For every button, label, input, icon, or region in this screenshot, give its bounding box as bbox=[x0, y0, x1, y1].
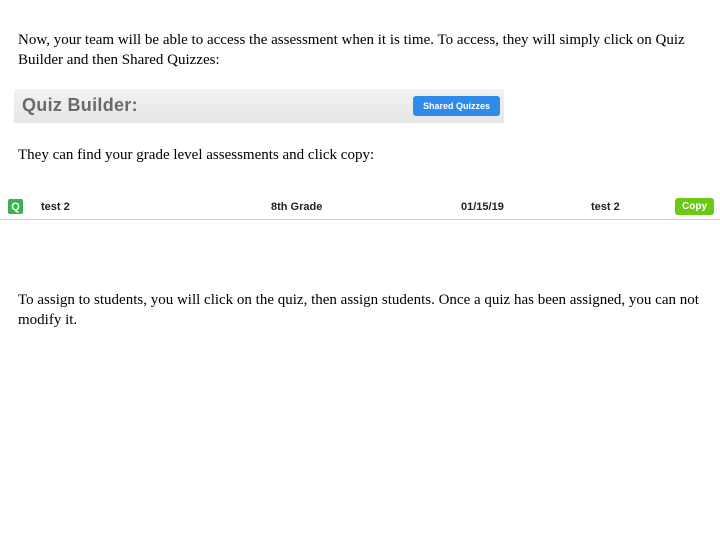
instruction-paragraph-1: Now, your team will be able to access th… bbox=[18, 30, 702, 71]
quiz-list-row-screenshot: Q test 2 8th Grade 01/15/19 test 2 Copy bbox=[0, 195, 720, 220]
instruction-paragraph-3: To assign to students, you will click on… bbox=[18, 290, 702, 331]
quiz-list-row[interactable]: Q test 2 8th Grade 01/15/19 test 2 Copy bbox=[0, 195, 720, 220]
quiz-name: test 2 bbox=[41, 201, 271, 213]
quiz-grade: 8th Grade bbox=[271, 201, 461, 213]
quiz-date: 01/15/19 bbox=[461, 201, 591, 213]
quiz-badge-icon: Q bbox=[8, 199, 23, 214]
copy-button[interactable]: Copy bbox=[675, 198, 714, 215]
shared-quizzes-button[interactable]: Shared Quizzes bbox=[413, 96, 500, 116]
quiz-misc: test 2 bbox=[591, 201, 675, 213]
quiz-builder-title: Quiz Builder: bbox=[22, 95, 413, 116]
quiz-builder-header-screenshot: Quiz Builder: Shared Quizzes bbox=[14, 89, 702, 123]
instruction-paragraph-2: They can find your grade level assessmen… bbox=[18, 145, 702, 165]
